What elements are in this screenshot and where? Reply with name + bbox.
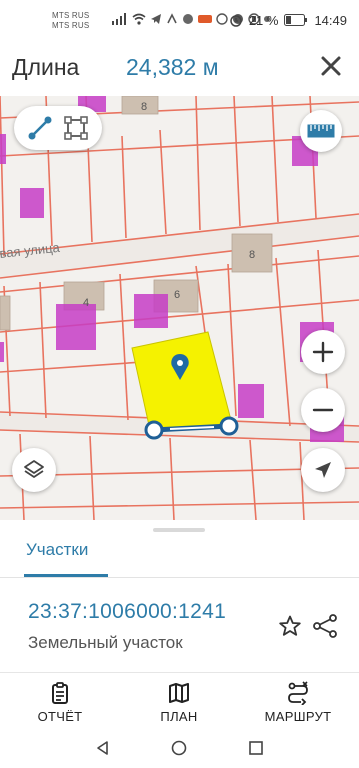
battery-icon — [284, 14, 308, 26]
star-icon[interactable] — [278, 614, 302, 638]
area-measure-icon[interactable] — [62, 114, 90, 142]
carrier-2: MTS RUS — [52, 21, 90, 30]
carrier-1: MTS RUS — [52, 11, 90, 20]
measure-point-end — [219, 416, 239, 436]
house-number-label: 4 — [83, 297, 89, 309]
app-icon — [216, 13, 228, 25]
layers-button[interactable] — [12, 448, 56, 492]
zoom-in-button[interactable] — [301, 330, 345, 374]
map-view[interactable]: 8 8 4 6 вая улица — [0, 96, 359, 520]
house-8-top — [121, 96, 159, 115]
nav-plan[interactable]: ПЛАН — [129, 681, 229, 729]
plus-icon — [312, 341, 334, 363]
route-icon — [288, 681, 308, 705]
clipboard-icon — [52, 682, 68, 704]
tab-divider — [0, 577, 359, 578]
length-value: 24,382 м — [126, 54, 219, 80]
measure-header: Длина 24,382 м — [0, 40, 359, 96]
line-measure-icon[interactable] — [26, 114, 54, 142]
ruler-button[interactable] — [300, 110, 342, 152]
recents-icon[interactable] — [248, 740, 264, 756]
cadastral-number[interactable]: 23:37:1006000:1241 — [28, 600, 226, 624]
clock: 14:49 — [314, 12, 347, 28]
status-bar: MTS RUS MTS RUS 21 % 14:49 — [0, 0, 359, 40]
measure-mode-toggle — [14, 106, 102, 150]
sheet-grabber[interactable] — [153, 528, 205, 532]
my-location-button[interactable] — [301, 448, 345, 492]
layers-icon — [24, 460, 44, 478]
home-icon[interactable] — [171, 740, 187, 756]
nav-plan-label: ПЛАН — [160, 709, 198, 724]
alarm-icon — [230, 15, 242, 27]
tab-parcels[interactable]: Участки — [26, 540, 88, 560]
nav-report[interactable]: ОТЧЁТ — [10, 681, 110, 729]
house-number-label: 6 — [174, 289, 180, 301]
app-icon — [198, 15, 212, 23]
close-icon[interactable] — [319, 54, 343, 78]
app-icon — [167, 13, 177, 24]
house-number-label: 8 — [141, 101, 147, 113]
system-nav-bar — [0, 728, 359, 768]
nav-route-label: МАРШРУТ — [264, 709, 332, 724]
wifi-icon — [132, 13, 146, 25]
ruler-icon — [307, 124, 335, 138]
parcel-type: Земельный участок — [28, 633, 183, 652]
back-icon[interactable] — [95, 740, 111, 756]
telegram-icon — [151, 14, 161, 24]
minus-icon — [312, 408, 334, 412]
length-label: Длина — [12, 54, 80, 80]
navigation-arrow-icon — [315, 462, 331, 478]
app-icon — [183, 14, 193, 24]
share-icon[interactable] — [312, 614, 338, 638]
bottom-nav: ОТЧЁТ ПЛАН МАРШРУТ — [0, 672, 359, 728]
carrier-names: MTS RUS MTS RUS — [52, 11, 89, 31]
nav-route[interactable]: МАРШРУТ — [248, 681, 348, 729]
house-number-label: 8 — [249, 249, 255, 261]
zoom-out-button[interactable] — [301, 388, 345, 432]
battery-percent: 21 % — [248, 12, 279, 28]
parcel-sheet: Участки 23:37:1006000:1241 Земельный уча… — [0, 520, 359, 672]
measure-point-start — [144, 420, 164, 440]
signal-icon — [112, 13, 126, 25]
status-right: 21 % 14:49 — [229, 12, 347, 28]
nav-report-label: ОТЧЁТ — [37, 709, 83, 724]
map-icon — [169, 683, 189, 703]
